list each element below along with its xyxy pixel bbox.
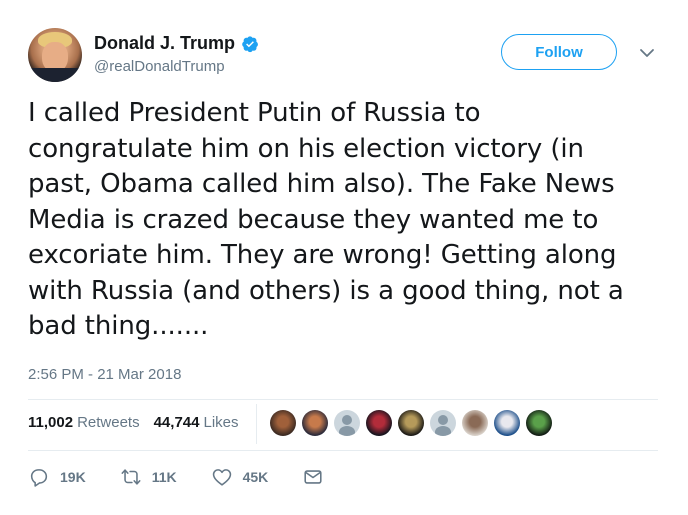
liker-avatar[interactable] (494, 410, 520, 436)
avatar[interactable] (28, 28, 82, 82)
tweet-timestamp[interactable]: 2:56 PM - 21 Mar 2018 (28, 366, 181, 383)
follow-button[interactable]: Follow (501, 34, 617, 70)
divider (28, 399, 658, 400)
reply-icon (30, 469, 48, 487)
stats-separator (256, 404, 257, 444)
liker-avatar[interactable] (366, 410, 392, 436)
avatar-suit (28, 68, 82, 82)
tweet-text-line: excoriate him. They are wrong! Getting a… (28, 240, 617, 270)
user-handle[interactable]: @realDonaldTrump (94, 58, 225, 75)
retweets-count: 11,002 (28, 414, 74, 431)
direct-message-button[interactable] (302, 466, 324, 488)
tweet-card: Donald J. Trump @realDonaldTrump Follow … (0, 0, 688, 515)
user-name-row[interactable]: Donald J. Trump (94, 33, 259, 54)
default-avatar-icon[interactable] (430, 410, 456, 436)
tweet-text-line: bad thing....... (28, 311, 209, 341)
liker-avatar[interactable] (398, 410, 424, 436)
liker-avatar[interactable] (270, 410, 296, 436)
retweet-button[interactable]: 11K (120, 466, 177, 488)
retweets-stat[interactable]: 11,002 Retweets (28, 414, 140, 431)
likes-stat[interactable]: 44,744 Likes (154, 414, 239, 431)
like-button[interactable]: 45K (211, 466, 269, 488)
tweet-text-line: past, Obama called him also). The Fake N… (28, 169, 615, 199)
tweet-text-line: with Russia (and others) is a good thing… (28, 275, 624, 306)
display-name[interactable]: Donald J. Trump (94, 33, 235, 54)
like-count: 45K (242, 469, 269, 485)
chevron-down-icon[interactable] (638, 44, 656, 62)
tweet-text-line: I called President Putin of Russia to (28, 98, 481, 128)
likes-label: Likes (203, 414, 239, 431)
tweet-actions: 19K 11K 45K (28, 466, 358, 488)
liker-avatar[interactable] (462, 410, 488, 436)
retweet-icon (121, 469, 141, 485)
default-avatar-icon[interactable] (334, 410, 360, 436)
verified-badge-icon (241, 35, 259, 53)
liker-avatars (270, 410, 558, 436)
tweet-text-line: Media is crazed because they wanted me t… (28, 204, 599, 235)
envelope-icon (304, 470, 322, 484)
liker-avatar[interactable] (302, 410, 328, 436)
retweet-count: 11K (151, 469, 177, 485)
tweet-text-line: congratulate him on his election victory… (28, 133, 584, 164)
reply-count: 19K (60, 469, 86, 485)
divider (28, 450, 658, 451)
liker-avatar[interactable] (526, 410, 552, 436)
retweets-label: Retweets (77, 414, 140, 431)
heart-icon (212, 469, 231, 486)
tweet-text: I called President Putin of Russia to co… (28, 96, 668, 345)
likes-count: 44,744 (153, 414, 200, 431)
reply-button[interactable]: 19K (28, 466, 86, 488)
tweet-stats: 11,002 Retweets 44,744 Likes (28, 414, 239, 431)
